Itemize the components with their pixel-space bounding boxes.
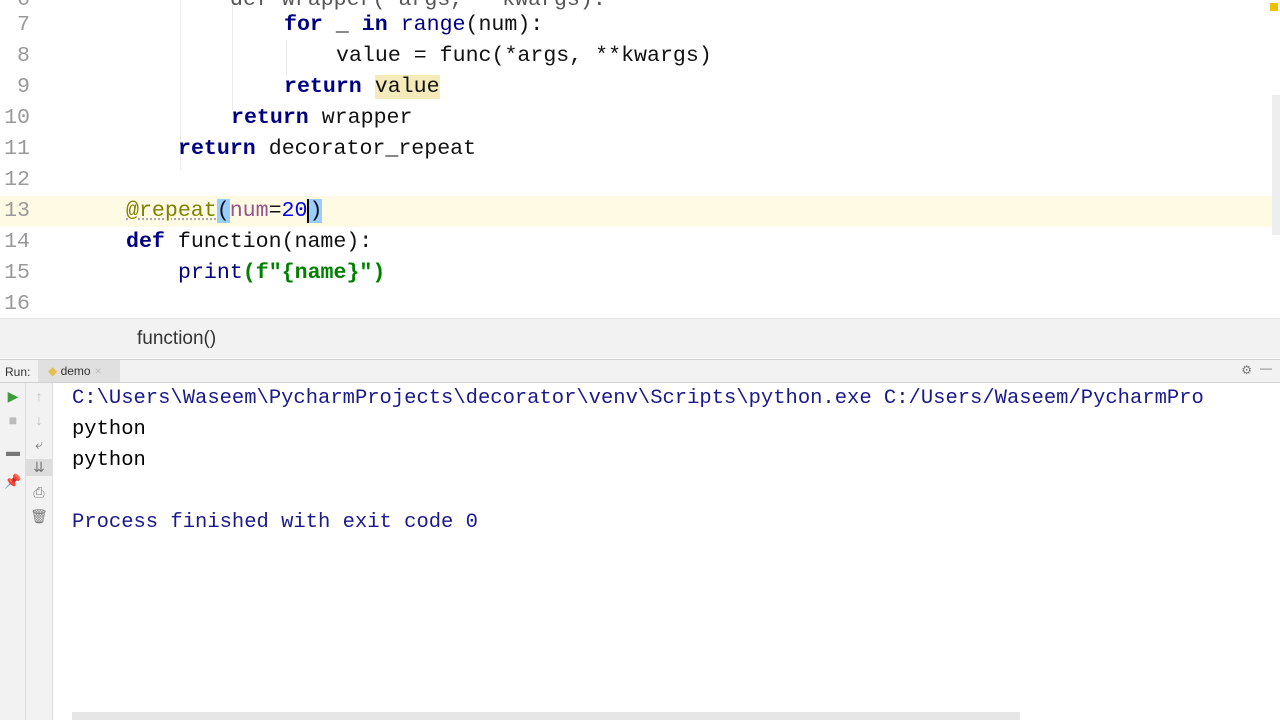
text-caret: ) — [307, 199, 323, 223]
code-line: 10 return wrapper — [4, 106, 413, 130]
soft-wrap-icon[interactable]: ⤶ — [26, 436, 52, 453]
run-tab-demo[interactable]: ◆ demo × — [38, 360, 120, 382]
trash-icon[interactable]: 🗑 — [26, 508, 52, 525]
minimize-icon[interactable]: — — [1260, 361, 1272, 375]
console-line: Process finished with exit code 0 — [72, 511, 478, 534]
code-line: 14 def function(name): — [4, 230, 373, 254]
console-output[interactable]: C:\Users\Waseem\PycharmProjects\decorato… — [53, 383, 1280, 720]
code-line: 15 print(f"{name}") — [4, 261, 386, 285]
editor-scrollbar[interactable] — [1272, 95, 1280, 235]
gear-icon[interactable]: ⚙ — [1241, 363, 1252, 377]
code-editor[interactable]: 6 def wrapper(*args, **kwargs): 7 for _ in… — [0, 0, 1280, 318]
run-toolbar: Run: ◆ demo × ⚙ — — [0, 359, 1280, 383]
run-label: Run: — [5, 365, 31, 379]
python-icon: ◆ — [48, 364, 58, 378]
console-line: C:\Users\Waseem\PycharmProjects\decorato… — [72, 387, 1204, 410]
arrow-up-icon[interactable]: ↑ — [26, 388, 52, 404]
arrow-down-icon[interactable]: ↓ — [26, 412, 52, 428]
print-icon[interactable]: ⎙ — [26, 484, 52, 501]
layout-icon[interactable]: ▬ — [0, 443, 26, 459]
code-line: 7 for _ in range(num): — [17, 13, 544, 37]
breadcrumb[interactable]: function() — [0, 318, 1280, 358]
code-line: 16 — [4, 292, 30, 316]
pin-icon[interactable]: 📌 — [0, 473, 26, 490]
code-line: 9 return value — [17, 75, 440, 99]
close-icon[interactable]: × — [95, 364, 102, 378]
inspection-status-icon[interactable] — [1270, 3, 1278, 11]
scroll-to-end-icon[interactable]: ⇊ — [26, 459, 52, 476]
code-line: 12 — [4, 168, 30, 192]
code-line: 8 value = func(*args, **kwargs) — [17, 44, 712, 68]
console-side-toolbar: ↑ ↓ ⤶ ⇊ ⎙ 🗑 — [26, 383, 53, 720]
rerun-icon[interactable]: ▶ — [0, 388, 26, 405]
console-line: python — [72, 418, 146, 441]
console-line: python — [72, 449, 146, 472]
run-side-toolbar: ▶ ■ ▬ 📌 — [0, 383, 26, 720]
stop-icon[interactable]: ■ — [0, 412, 26, 428]
code-line-current: 13 @repeat(num=20) — [0, 196, 1280, 227]
code-line: 11 return decorator_repeat — [4, 137, 477, 161]
console-scrollbar[interactable] — [72, 712, 1020, 720]
